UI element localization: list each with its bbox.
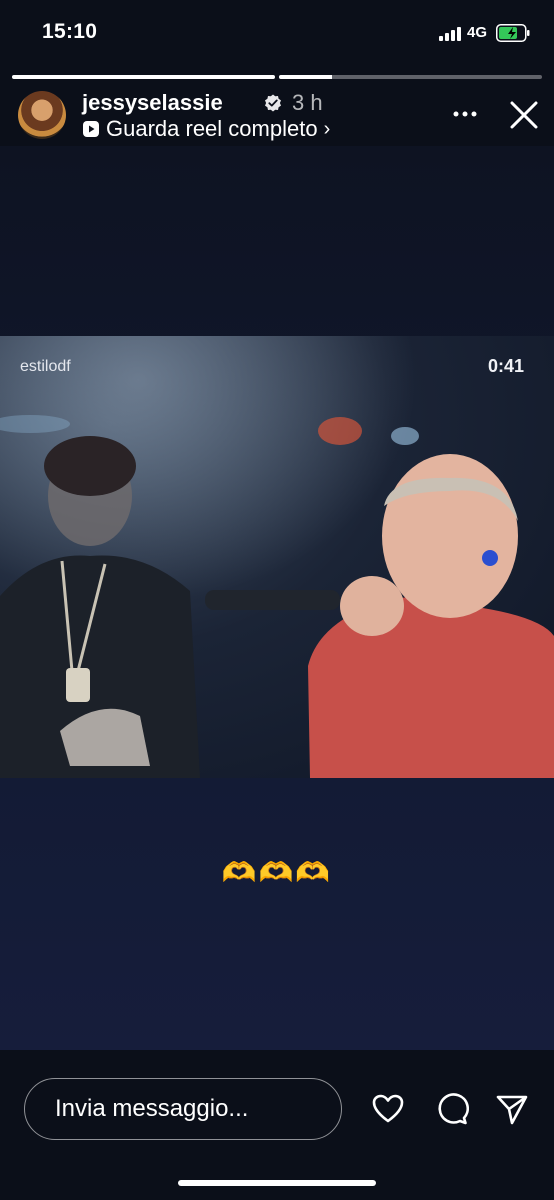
send-icon[interactable] xyxy=(495,1092,529,1126)
reel-image xyxy=(0,336,554,778)
view-full-reel-label: Guarda reel completo xyxy=(106,116,318,141)
comment-icon[interactable] xyxy=(435,1092,469,1126)
battery-icon xyxy=(496,24,530,42)
message-input[interactable]: Invia messaggio... xyxy=(24,1078,342,1140)
message-input-placeholder: Invia messaggio... xyxy=(55,1095,249,1122)
story-progress-2-fill xyxy=(279,75,332,79)
reel-icon xyxy=(83,121,99,137)
view-full-reel-link[interactable]: Guarda reel completo › xyxy=(82,116,330,142)
story-progress-2 xyxy=(279,75,542,79)
verified-badge-icon xyxy=(265,94,281,112)
status-time: 15:10 xyxy=(42,20,98,43)
avatar[interactable] xyxy=(18,91,66,139)
network-type: 4G xyxy=(467,24,488,41)
username[interactable]: jessyselassie xyxy=(82,90,223,116)
story-caption: 🫶🫶🫶 xyxy=(221,857,333,888)
close-icon[interactable] xyxy=(509,100,539,130)
heart-icon[interactable] xyxy=(371,1092,405,1126)
story-header: jessyselassie 3 h Guarda reel completo › xyxy=(0,86,554,146)
story-progress-1 xyxy=(12,75,275,79)
reel-duration: 0:41 xyxy=(488,356,525,376)
story-time-ago: 3 h xyxy=(292,90,323,115)
status-bar: 15:10 4G xyxy=(0,0,554,66)
more-icon[interactable] xyxy=(451,100,479,128)
chevron-right-icon: › xyxy=(323,117,331,140)
story-progress-1-fill xyxy=(12,75,275,79)
reel-account-name: estilodf xyxy=(20,358,71,375)
reel-preview[interactable]: estilodf 0:41 xyxy=(0,336,554,778)
home-indicator xyxy=(178,1180,376,1186)
signal-icon xyxy=(439,27,461,41)
